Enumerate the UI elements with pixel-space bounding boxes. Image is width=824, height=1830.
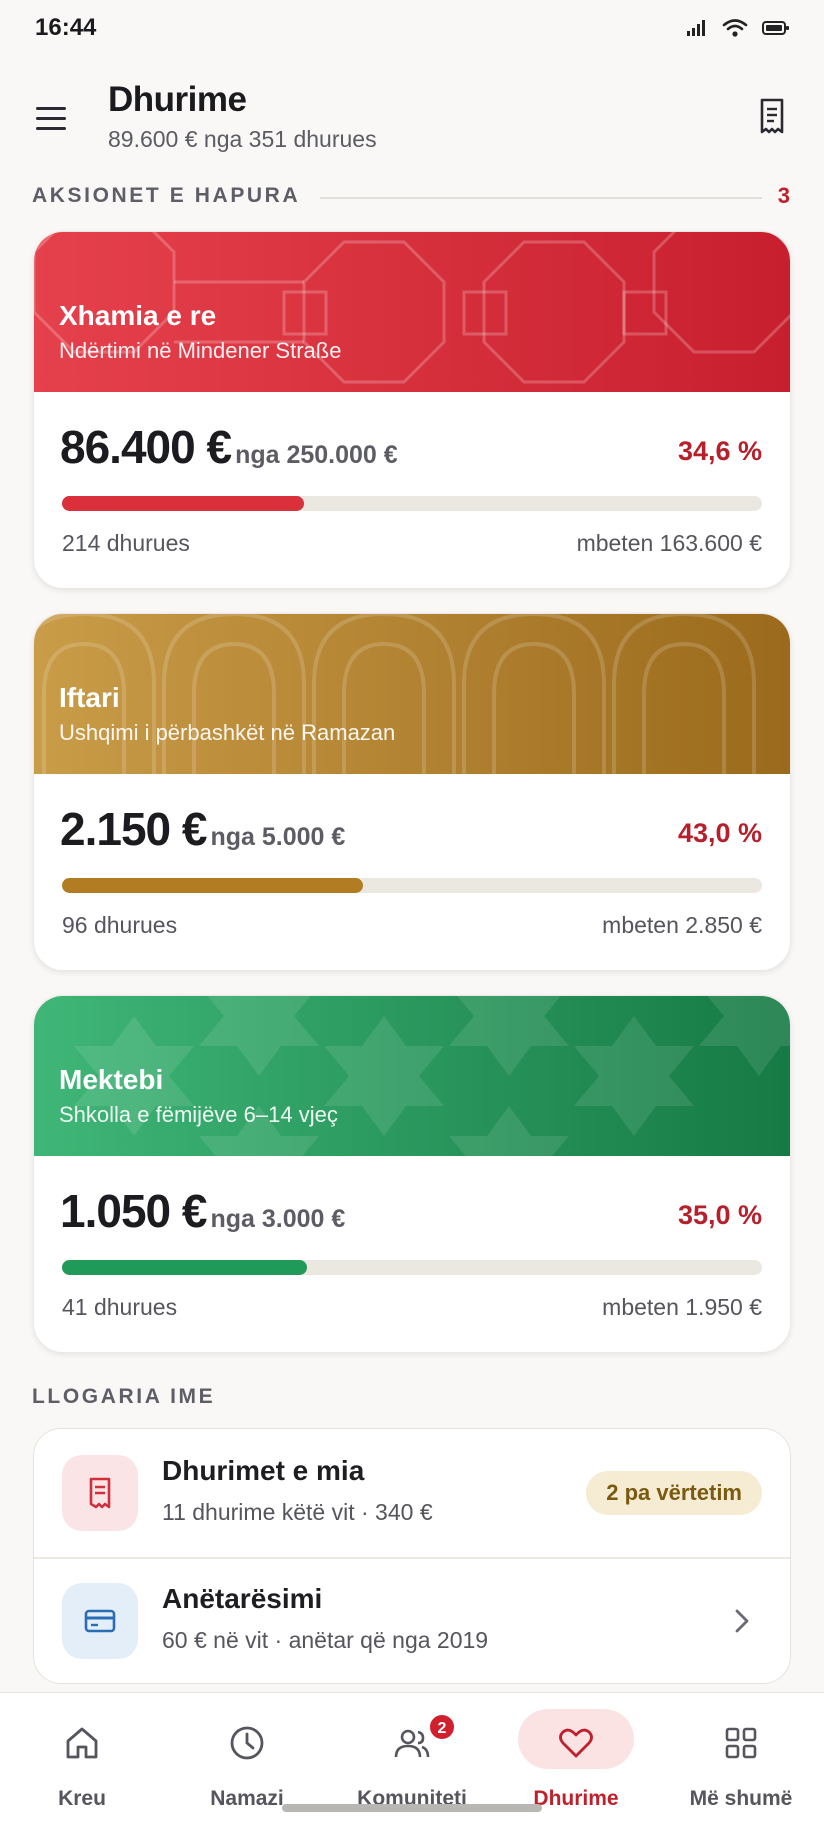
campaign-card[interactable]: Xhamia e re Ndërtimi në Mindener Straße …: [33, 231, 791, 589]
nav-label: Më shumë: [689, 1787, 793, 1810]
card-icon: [62, 1583, 138, 1659]
signal-icon: [687, 20, 705, 36]
home-indicator: [282, 1804, 542, 1812]
card-icon-glyph: [84, 1609, 116, 1633]
section-heading-open-campaigns: AKSIONET E HAPURA: [32, 184, 301, 207]
campaign-title: Xhamia e re: [59, 300, 217, 331]
nav-item-home[interactable]: Kreu: [2, 1693, 162, 1810]
home-icon: [66, 1727, 98, 1759]
receipt-button[interactable]: [750, 94, 794, 138]
goal-amount: nga 5.000 €: [210, 823, 346, 851]
remaining-amount: mbeten 1.950 €: [602, 1294, 762, 1320]
battery-icon: [762, 21, 789, 35]
campaign-amount: 2.150 € nga 5.000 €: [60, 802, 345, 856]
campaign-title: Mektebi: [59, 1064, 164, 1095]
account-card: Dhurimet e mia 11 dhurime këtë vit · 340…: [33, 1428, 791, 1684]
progress-percent: 43,0 %: [677, 818, 762, 848]
campaign-card[interactable]: Iftari Ushqimi i përbashkët në Ramazan 2…: [33, 613, 791, 971]
membership-title: Anëtarësimi: [162, 1583, 323, 1614]
campaign-subtitle: Shkolla e fëmijëve 6–14 vjeç: [59, 1102, 338, 1127]
receipt-icon: [62, 1455, 138, 1531]
status-icons: [686, 18, 790, 38]
page-title: Dhurime: [108, 80, 247, 119]
menu-button[interactable]: [32, 100, 72, 140]
progress-fill: [62, 1260, 307, 1275]
donor-count: 41 dhurues: [62, 1294, 178, 1320]
campaign-subtitle: Ushqimi i përbashkët në Ramazan: [59, 720, 396, 745]
raised-amount: 86.400 €: [60, 421, 232, 473]
my-donations-title: Dhurimet e mia: [162, 1455, 365, 1486]
clock-icon: [230, 1726, 264, 1760]
progress-bar: [62, 1260, 762, 1275]
menu-icon: [36, 107, 66, 110]
my-donations-subtitle: 11 dhurime këtë vit · 340 €: [162, 1499, 433, 1525]
progress-percent: 34,6 %: [677, 436, 762, 466]
donor-count: 214 dhurues: [62, 530, 190, 556]
wifi-icon: [722, 19, 748, 37]
nav-item-donations[interactable]: Dhurime: [496, 1693, 656, 1810]
notification-badge: 2: [428, 1713, 456, 1741]
heart-icon: [559, 1728, 593, 1758]
campaign-subtitle: Ndërtimi në Mindener Straße: [59, 338, 342, 363]
chevron-right-icon: [735, 1609, 749, 1633]
nav-item-community[interactable]: 2 Komuniteti: [332, 1693, 492, 1810]
goal-amount: nga 250.000 €: [235, 441, 398, 469]
receipt-icon: [760, 98, 784, 134]
campaign-banner: Iftari Ushqimi i përbashkët në Ramazan: [34, 614, 790, 774]
raised-amount: 1.050 €: [60, 1185, 207, 1237]
campaign-card[interactable]: Mektebi Shkolla e fëmijëve 6–14 vjeç 1.0…: [33, 995, 791, 1353]
membership-row[interactable]: Anëtarësimi 60 € në vit · anëtar që nga …: [34, 1557, 790, 1683]
membership-subtitle: 60 € në vit · anëtar që nga 2019: [162, 1627, 489, 1653]
nav-label: Kreu: [58, 1787, 106, 1810]
raised-amount: 2.150 €: [60, 803, 207, 855]
menu-icon-line: [36, 117, 66, 120]
remaining-amount: mbeten 2.850 €: [602, 912, 762, 938]
campaign-amount: 86.400 € nga 250.000 €: [60, 420, 398, 474]
status-time: 16:44: [35, 14, 97, 41]
progress-percent: 35,0 %: [677, 1200, 762, 1230]
app-header: Dhurime 89.600 € nga 351 dhurues: [0, 70, 824, 160]
campaign-count: 3: [777, 183, 790, 208]
progress-bar: [62, 878, 762, 893]
progress-fill: [62, 878, 363, 893]
donor-count: 96 dhurues: [62, 912, 178, 938]
menu-icon-line: [36, 127, 66, 130]
campaign-banner: Xhamia e re Ndërtimi në Mindener Straße: [34, 232, 790, 392]
section-heading-my-account: LLOGARIA IME: [32, 1385, 216, 1408]
progress-fill: [62, 496, 305, 511]
grid-icon: [725, 1727, 757, 1759]
receipt-icon-glyph: [89, 1477, 111, 1509]
campaign-amount: 1.050 € nga 3.000 €: [60, 1184, 345, 1238]
arch-pattern: [34, 614, 756, 774]
section-divider: [320, 197, 762, 199]
status-bar: 16:44: [0, 0, 824, 60]
remaining-amount: mbeten 163.600 €: [576, 530, 762, 556]
page-subtitle: 89.600 € nga 351 dhurues: [108, 126, 377, 152]
campaign-title: Iftari: [59, 682, 120, 713]
progress-bar: [62, 496, 762, 511]
campaign-banner: Mektebi Shkolla e fëmijëve 6–14 vjeç: [34, 996, 790, 1156]
goal-amount: nga 3.000 €: [210, 1205, 346, 1233]
unconfirmed-badge: 2 pa vërtetim: [586, 1471, 762, 1515]
nav-item-prayer[interactable]: Namazi: [167, 1693, 327, 1810]
people-icon: [394, 1729, 430, 1758]
my-donations-row[interactable]: Dhurimet e mia 11 dhurime këtë vit · 340…: [34, 1429, 790, 1557]
nav-item-more[interactable]: Më shumë: [661, 1693, 821, 1810]
